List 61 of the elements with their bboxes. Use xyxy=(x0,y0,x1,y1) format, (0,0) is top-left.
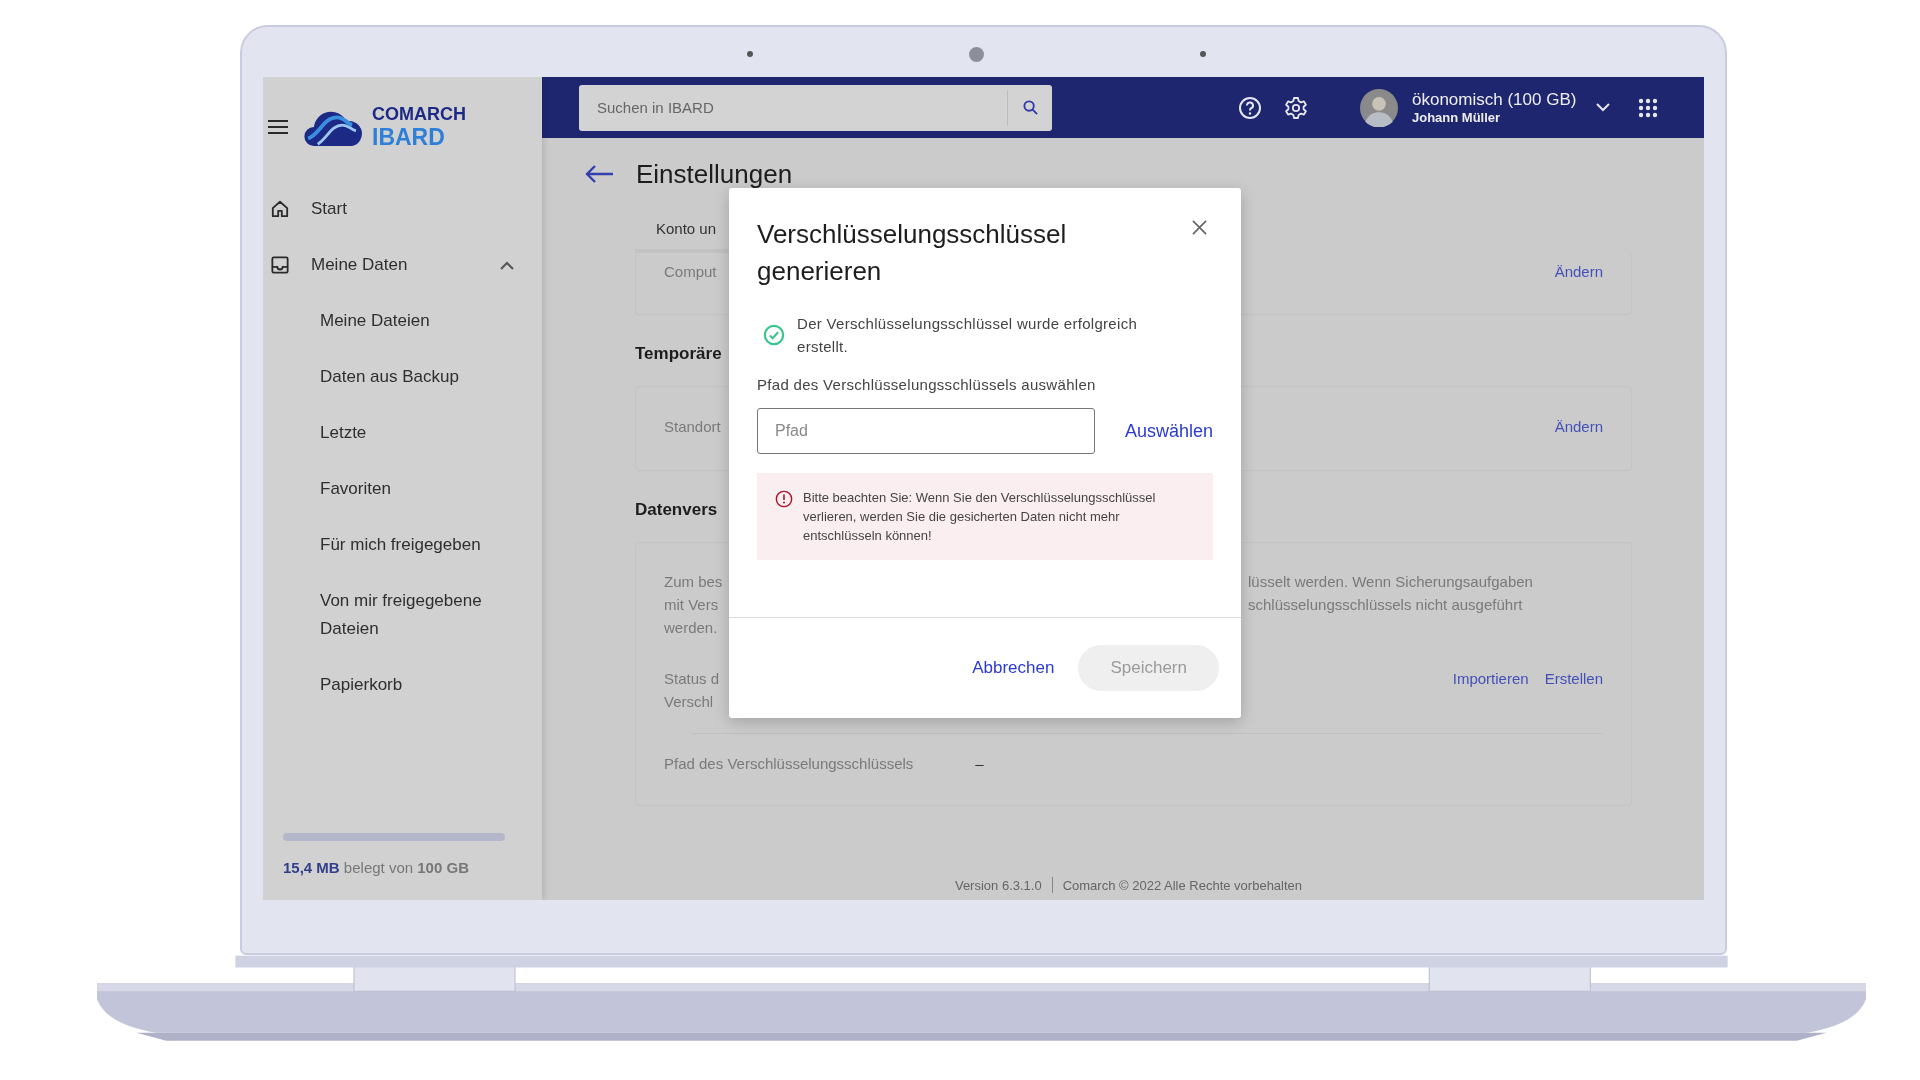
menu-icon[interactable] xyxy=(268,119,288,135)
path-field[interactable]: Pfad xyxy=(757,408,1095,454)
nav-subitem[interactable]: Daten aus Backup xyxy=(263,363,520,391)
nav-subitem[interactable]: Meine Dateien xyxy=(263,307,520,335)
plan-name: ökonomisch (100 GB) xyxy=(1412,89,1577,110)
field-label: Pfad des Verschlüsselungsschlüssels auswählen xyxy=(757,376,1097,393)
nav-subitem[interactable]: Von mir freigegebene Dateien xyxy=(263,587,520,643)
section-heading: Temporäre xyxy=(635,343,722,365)
settings-icon[interactable] xyxy=(1284,95,1308,120)
nav-subitem[interactable]: Favoriten xyxy=(263,475,520,503)
warning-text: Bitte beachten Sie: Wenn Sie den Verschlüsselungsschlüssel verlieren, werden Sie die gesicherten Daten nicht mehr entschlüsseln können! xyxy=(803,489,1157,545)
description-text: schlüsselungsschlüssels nicht ausgeführt xyxy=(1248,595,1524,615)
apps-grid-icon[interactable] xyxy=(1638,97,1659,118)
nav-item[interactable]: Start xyxy=(263,181,542,237)
setting-label: Status d xyxy=(664,669,721,689)
camera-icon xyxy=(969,47,984,62)
action-link[interactable]: Ändern xyxy=(1554,415,1603,438)
version-text: Version 6.3.1.0 xyxy=(954,877,1042,893)
nav-item[interactable]: Meine Daten xyxy=(263,237,542,293)
storage-text: 15,4 MB belegt von 100 GB xyxy=(283,859,470,876)
tab[interactable]: Konto un xyxy=(635,220,717,249)
description-text: mit Vers xyxy=(664,595,720,615)
nav-subitem[interactable]: Für mich freigegeben xyxy=(263,531,520,559)
copyright-text: Comarch © 2022 Alle Rechte vorbehalten xyxy=(1062,877,1303,893)
logo-text: COMARCH xyxy=(372,105,466,123)
chevron-icon[interactable] xyxy=(500,260,514,270)
setting-label: Standort xyxy=(664,417,722,437)
change-link[interactable]: Ändern xyxy=(1554,260,1603,283)
dialog-title: Verschlüsselungsschlüssel generieren xyxy=(757,218,1068,288)
user-name: Johann Müller xyxy=(1412,109,1502,126)
action-link[interactable]: Importieren xyxy=(1452,667,1529,690)
description-text: werden. xyxy=(664,618,719,638)
avatar[interactable] xyxy=(1360,88,1398,127)
description-text: lüsselt werden. Wenn Sicherungsaufgaben xyxy=(1248,572,1533,592)
page-title: Einstellungen xyxy=(636,158,793,190)
search-icon xyxy=(1022,100,1038,115)
section-heading: Datenvers xyxy=(635,499,718,521)
setting-value: – xyxy=(975,754,984,774)
search-input[interactable]: Suchen in IBARD xyxy=(579,99,1007,116)
action-link[interactable]: Erstellen xyxy=(1544,667,1603,690)
setting-label: Pfad des Verschlüsselungsschlüssels xyxy=(664,754,914,774)
sensor-icon xyxy=(1200,51,1206,57)
choose-button[interactable]: Auswählen xyxy=(1124,420,1213,442)
success-message: Der Verschlüsselungsschlüssel wurde erfolgreich erstellt. xyxy=(797,314,1139,357)
logo-text: IBARD xyxy=(372,126,446,149)
description-text: Zum bes xyxy=(664,572,724,592)
chevron-down-icon[interactable] xyxy=(1596,103,1611,112)
help-icon[interactable] xyxy=(1238,95,1262,120)
setting-label: Comput xyxy=(664,262,718,282)
success-check-icon xyxy=(763,324,785,346)
search-field[interactable]: Suchen in IBARD xyxy=(579,84,1052,131)
warning-icon xyxy=(775,490,793,508)
back-arrow-icon[interactable] xyxy=(584,164,614,184)
nav-subitem[interactable]: Letzte xyxy=(263,419,520,447)
setting-label: Verschl xyxy=(664,692,715,712)
close-icon[interactable] xyxy=(1192,220,1207,235)
cancel-button[interactable]: Abbrechen xyxy=(968,658,1059,678)
sensor-icon xyxy=(747,51,753,57)
home-icon xyxy=(271,200,289,218)
nav-subitem[interactable]: Papierkorb xyxy=(263,671,520,699)
inbox-icon xyxy=(271,256,289,274)
